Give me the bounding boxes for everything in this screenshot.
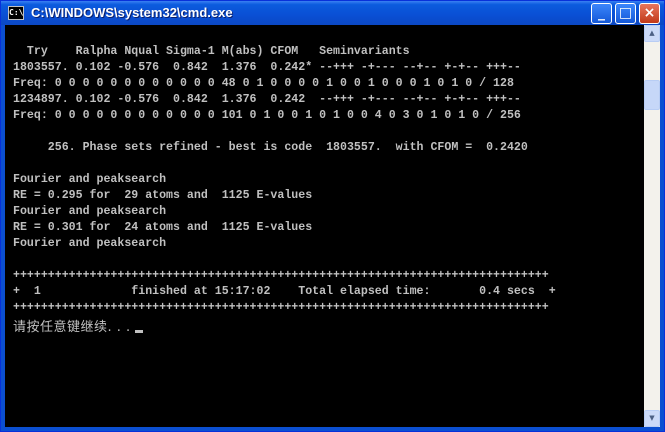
console-line: 1803557. 0.102 -0.576 0.842 1.376 0.242*… [13,61,521,74]
console-line: Fourier and peaksearch [13,237,167,250]
console-output[interactable]: Try Ralpha Nqual Sigma-1 M(abs) CFOM Sem… [5,25,644,427]
console-line: Fourier and peaksearch [13,173,167,186]
close-button[interactable]: × [639,3,660,24]
title-bar[interactable]: C:\ C:\WINDOWS\system32\cmd.exe _ □ × [1,1,664,25]
minimize-button[interactable]: _ [591,3,612,24]
press-any-key-prompt: 请按任意键继续. . . [13,316,143,335]
window-frame-bottom [1,427,664,431]
maximize-button[interactable]: □ [615,3,636,24]
console-line: ++++++++++++++++++++++++++++++++++++++++… [13,269,549,282]
cmd-window: C:\ C:\WINDOWS\system32\cmd.exe _ □ × Tr… [0,0,665,432]
vertical-scrollbar[interactable]: ▲ ▼ [644,25,660,427]
cmd-app-icon[interactable]: C:\ [8,6,24,20]
scroll-down-button[interactable]: ▼ [644,410,660,427]
console-line: RE = 0.301 for 24 atoms and 1125 E-value… [13,221,313,234]
console-line: Fourier and peaksearch [13,205,167,218]
console-line: Freq: 0 0 0 0 0 0 0 0 0 0 0 0 48 0 1 0 0… [13,77,514,90]
console-line: Freq: 0 0 0 0 0 0 0 0 0 0 0 0 101 0 1 0 … [13,109,521,122]
console-line: 1234897. 0.102 -0.576 0.842 1.376 0.242 … [13,93,521,106]
window-frame-right [660,25,664,431]
console-line: Try Ralpha Nqual Sigma-1 M(abs) CFOM Sem… [13,45,410,58]
scroll-thumb[interactable] [644,80,660,110]
console-line: ++++++++++++++++++++++++++++++++++++++++… [13,301,549,314]
console-line: + 1 finished at 15:17:02 Total elapsed t… [13,285,556,298]
window-title: C:\WINDOWS\system32\cmd.exe [31,5,233,20]
text-cursor [134,330,143,333]
scroll-up-button[interactable]: ▲ [644,25,660,42]
console-line: RE = 0.295 for 29 atoms and 1125 E-value… [13,189,313,202]
console-line: 256. Phase sets refined - best is code 1… [13,141,528,154]
prompt-text: 请按任意键继续. . . [13,320,131,335]
